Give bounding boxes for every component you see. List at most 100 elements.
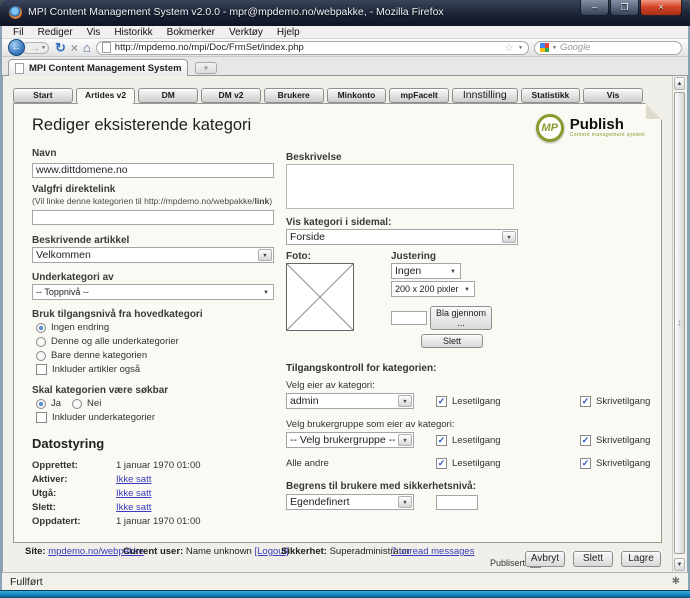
radio-nei[interactable] [72,399,82,409]
url-input[interactable] [115,42,500,53]
checkbox-icon[interactable] [36,364,47,375]
chevron-down-icon[interactable]: ▼ [447,265,459,277]
search-engine-dropdown-icon[interactable]: ▼ [552,45,557,51]
tab-mpfacelt[interactable]: mpFacelt [389,88,449,103]
tab-start[interactable]: Start [13,88,73,103]
close-button[interactable]: × [640,0,682,16]
unread-messages-link[interactable]: 7 unread messages [391,546,474,557]
beskrivende-select[interactable]: Velkommen▼ [32,247,274,263]
reload-button[interactable]: ↻ [55,40,66,56]
url-bar[interactable]: ☆ ▼ [96,41,529,55]
maximize-button[interactable]: ❐ [610,0,639,16]
scroll-down-button[interactable]: ▼ [674,558,685,571]
checkbox-icon[interactable]: ✓ [436,435,447,446]
forward-button[interactable]: → ▼ [22,42,49,54]
menu-vis[interactable]: Vis [80,27,108,38]
radio-icon[interactable] [36,337,46,347]
tab-statistikk[interactable]: Statistikk [521,88,581,103]
gruppe-lesetilgang[interactable]: ✓Lesetilgang [436,435,532,446]
chevron-down-icon[interactable]: ▼ [461,283,473,295]
menu-historikk[interactable]: Historikk [107,27,159,38]
sidemal-select[interactable]: Forside▼ [286,229,518,245]
sikkerhetsniva-select[interactable]: Egendefinert▼ [286,494,414,510]
checkbox-inkluder-underkategorier[interactable]: Inkluder underkategorier [36,412,274,423]
checkbox-icon[interactable] [36,412,47,423]
menu-verktoy[interactable]: Verktøy [222,27,270,38]
checkbox-icon[interactable]: ✓ [436,396,447,407]
forward-icon: → [32,44,40,53]
alle-skrivetilgang[interactable]: ✓Skrivetilgang [580,458,650,469]
browser-tab[interactable]: MPI Content Management System v... [8,59,188,76]
aktiver-link[interactable]: Ikke satt [116,474,151,485]
sikkerhetsniva-input[interactable] [436,495,478,510]
tab-brukere[interactable]: Brukere [264,88,324,103]
minimize-button[interactable]: – [580,0,609,16]
menu-rediger[interactable]: Rediger [31,27,80,38]
checkbox-icon[interactable]: ✓ [580,396,591,407]
beskrivelse-textarea[interactable] [286,164,514,209]
scrollbar-thumb[interactable] [674,92,685,554]
avbryt-button[interactable]: Avbryt [525,551,565,567]
menu-fil[interactable]: Fil [6,27,31,38]
search-box[interactable]: ▼ [534,41,682,55]
home-button[interactable]: ⌂ [83,40,91,55]
chevron-down-icon[interactable]: ▼ [398,496,412,508]
scrollbar[interactable]: ▲ ▼ [672,76,686,572]
chevron-down-icon[interactable]: ▼ [258,249,272,261]
foto-slett-button[interactable]: Slett [421,334,483,348]
sikkerhetsniva-row: Egendefinert▼ [286,494,658,510]
scroll-up-button[interactable]: ▲ [674,77,685,90]
menu-bokmerker[interactable]: Bokmerker [160,27,222,38]
chevron-down-icon[interactable]: ▼ [260,286,272,298]
bookmark-star-icon[interactable]: ☆ [504,43,514,53]
gruppe-select[interactable]: -- Velg brukergruppe --▼ [286,432,414,448]
file-input[interactable] [391,311,427,325]
justering-select[interactable]: Ingen▼ [391,263,461,279]
gruppe-skrivetilgang[interactable]: ✓Skrivetilgang [580,435,650,446]
radio-ja[interactable] [36,399,46,409]
search-input[interactable] [560,42,690,53]
checkbox-icon[interactable]: ✓ [580,435,591,446]
new-tab-button[interactable]: + [195,62,217,74]
firefox-icon [9,6,22,19]
tab-dm-v2[interactable]: DM v2 [201,88,261,103]
size-select[interactable]: 200 x 200 pixler▼ [391,281,475,297]
radio-ingen-endring[interactable]: Ingen endring [36,322,274,333]
radio-icon[interactable] [36,323,46,333]
lagre-button[interactable]: Lagre [621,551,661,567]
checkbox-icon[interactable]: ✓ [436,458,447,469]
direktelink-hint: (Vil linke denne kategorien til http://m… [32,196,274,206]
eier-select[interactable]: admin▼ [286,393,414,409]
stop-button[interactable]: × [71,41,78,55]
tab-innstilling[interactable]: Innstilling [452,88,518,103]
chevron-down-icon[interactable]: ▼ [502,231,516,243]
eier-skrivetilgang[interactable]: ✓Skrivetilgang [580,396,650,407]
tab-artides-v2[interactable]: Artides v2 [76,88,136,104]
alle-lesetilgang[interactable]: ✓Lesetilgang [436,458,532,469]
direktelink-input[interactable] [32,210,274,225]
chevron-down-icon[interactable]: ▼ [398,395,412,407]
history-dropdown-icon[interactable]: ▼ [41,45,46,51]
tab-vis[interactable]: Vis [583,88,643,103]
underkategori-select[interactable]: -- Toppnivå --▼ [32,284,274,300]
back-button[interactable]: ← [8,39,25,56]
publish-logo: MP Publish Content management system [536,114,645,142]
radio-icon[interactable] [36,351,46,361]
window-bottom-edge [0,590,690,598]
url-dropdown-icon[interactable]: ▼ [518,45,523,51]
slett-link[interactable]: Ikke satt [116,502,151,513]
radio-bare-denne[interactable]: Bare denne kategorien [36,350,274,361]
checkbox-icon[interactable]: ✓ [580,458,591,469]
navn-input[interactable] [32,163,274,178]
chevron-down-icon[interactable]: ▼ [398,434,412,446]
tab-minkonto[interactable]: Minkonto [327,88,387,103]
checkbox-inkluder-artikler[interactable]: Inkluder artikler også [36,364,274,375]
slett-button[interactable]: Slett [573,551,613,567]
radio-denne-og-alle[interactable]: Denne og alle underkategorier [36,336,274,347]
browse-button[interactable]: Bla gjennom ... [430,306,492,330]
eier-lesetilgang[interactable]: ✓Lesetilgang [436,396,532,407]
tab-dm[interactable]: DM [138,88,198,103]
eier-label: Velg eier av kategori: [286,380,658,391]
utga-link[interactable]: Ikke satt [116,488,151,499]
menu-hjelp[interactable]: Hjelp [270,27,307,38]
